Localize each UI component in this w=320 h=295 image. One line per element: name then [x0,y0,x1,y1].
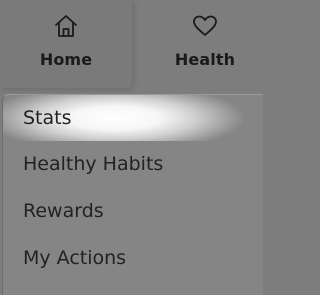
tab-health-label: Health [174,50,236,69]
menu-item-rewards-label: Rewards [23,200,104,222]
menu-item-rewards[interactable]: Rewards [3,188,263,234]
menu-item-my-actions[interactable]: My Actions [3,235,263,281]
tab-health[interactable]: Health [150,0,260,88]
menu-item-healthy-habits[interactable]: Healthy Habits [3,141,263,187]
heart-icon [193,15,217,36]
home-submenu: Stats Healthy Habits Rewards My Actions [2,94,263,295]
home-icon [55,15,77,37]
menu-item-healthy-habits-label: Healthy Habits [23,153,164,175]
menu-item-stats[interactable]: Stats [3,95,263,141]
menu-item-my-actions-label: My Actions [23,247,127,269]
top-navigation: Home Health [0,0,246,92]
menu-item-stats-label: Stats [23,107,72,129]
tab-home-label: Home [39,50,93,69]
tab-home[interactable]: Home [0,0,132,88]
